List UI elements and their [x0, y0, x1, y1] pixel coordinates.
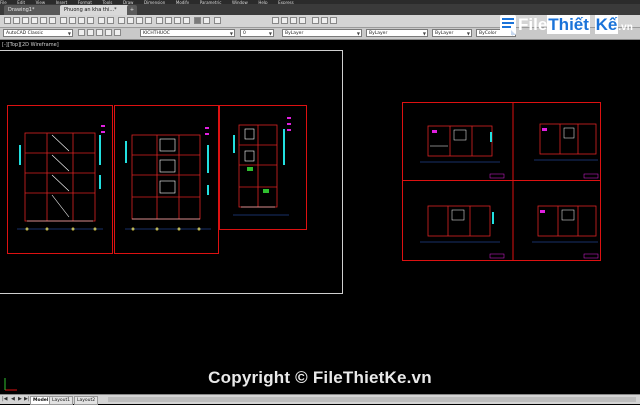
dim-style-icon[interactable] [281, 17, 288, 24]
print-icon[interactable] [31, 17, 38, 24]
chevron-down-icon: ▼ [422, 31, 426, 36]
copy-icon[interactable] [69, 17, 76, 24]
chevron-down-icon: ▼ [67, 31, 71, 36]
linetype-value: ByLayer [369, 31, 388, 36]
multileader-style-icon[interactable] [299, 17, 306, 24]
redo-icon[interactable] [107, 17, 114, 24]
layer-dropdown[interactable]: 0 ▼ [240, 29, 274, 37]
layer-icon[interactable] [321, 17, 328, 24]
logo-file: File [518, 15, 548, 34]
layer-previous-icon[interactable] [330, 17, 337, 24]
cut-icon[interactable] [60, 17, 67, 24]
publish-icon[interactable] [49, 17, 56, 24]
workspace-gear-icon[interactable] [78, 29, 85, 36]
zoom-previous-icon[interactable] [145, 17, 152, 24]
design-center-icon[interactable] [165, 17, 172, 24]
undo-icon[interactable] [98, 17, 105, 24]
save-icon[interactable] [22, 17, 29, 24]
quickcalc-icon[interactable] [203, 17, 210, 24]
tab-drawing1[interactable]: Drawing1* [4, 5, 62, 15]
floor-plan-drawings [402, 102, 601, 261]
paste-icon[interactable] [78, 17, 85, 24]
preview-icon[interactable] [40, 17, 47, 24]
dimstyle-value: KICHTHUOC [143, 31, 170, 36]
workspace-value: AutoCAD Classic [6, 31, 44, 36]
elevation-drawings [7, 105, 307, 254]
tab-layout1[interactable]: Layout1 [49, 396, 74, 405]
markup-icon[interactable] [194, 17, 201, 24]
help-icon[interactable] [214, 17, 221, 24]
first-layout-icon[interactable]: |◀ [2, 396, 8, 402]
layer-properties-icon[interactable] [87, 29, 94, 36]
plotstyle-value: ByColor [479, 31, 497, 36]
chevron-down-icon: ▼ [268, 31, 272, 36]
properties-icon[interactable] [156, 17, 163, 24]
tab-phuong-an[interactable]: Phuong an kha thi...* [60, 5, 130, 15]
linetype-dropdown[interactable]: ByLayer ▼ [366, 29, 428, 37]
table-style-icon[interactable] [290, 17, 297, 24]
match-properties-icon[interactable] [87, 17, 94, 24]
text-style-icon[interactable] [272, 17, 279, 24]
logo-vn: .vn [618, 22, 633, 33]
new-icon[interactable] [4, 17, 11, 24]
color-dropdown[interactable]: ByLayer ▼ [282, 29, 362, 37]
open-icon[interactable] [13, 17, 20, 24]
color-value: ByLayer [285, 31, 304, 36]
dimstyle-dropdown[interactable]: KICHTHUOC ▼ [140, 29, 235, 37]
horizontal-scrollbar[interactable] [108, 397, 636, 402]
tab-layout2[interactable]: Layout2 [74, 396, 99, 405]
copyright-watermark: Copyright © FileThietKe.vn [208, 368, 432, 387]
sheet-set-icon[interactable] [183, 17, 190, 24]
last-layout-icon[interactable]: ▶| [24, 396, 30, 402]
chevron-down-icon: ▼ [229, 31, 233, 36]
chevron-down-icon: ▼ [356, 31, 360, 36]
logo-wordmark: FileThiết Kế.vn [518, 14, 633, 39]
sun-icon[interactable] [105, 29, 112, 36]
layer-value: 0 [243, 31, 246, 36]
workspace-settings-icon[interactable] [312, 17, 319, 24]
next-layout-icon[interactable]: ▶ [18, 396, 22, 402]
lineweight-dropdown[interactable]: ByLayer ▼ [432, 29, 472, 37]
chevron-down-icon: ▼ [466, 31, 470, 36]
logo-ke: Kế [594, 15, 619, 34]
viewport-label[interactable]: [-][Top][2D Wireframe] [2, 42, 59, 48]
logo-thiet: Thiết [547, 15, 590, 34]
lineweight-value: ByLayer [435, 31, 454, 36]
tool-palettes-icon[interactable] [174, 17, 181, 24]
lock-icon[interactable] [114, 29, 121, 36]
workspace-dropdown[interactable]: AutoCAD Classic ▼ [3, 29, 73, 37]
filethietke-logo: FileThiết Kế.vn [500, 12, 633, 38]
new-tab-button[interactable]: + [127, 5, 137, 15]
lightbulb-icon[interactable] [96, 29, 103, 36]
zoom-realtime-icon[interactable] [127, 17, 134, 24]
zoom-window-icon[interactable] [136, 17, 143, 24]
prev-layout-icon[interactable]: ◀ [11, 396, 15, 402]
pan-icon[interactable] [118, 17, 125, 24]
